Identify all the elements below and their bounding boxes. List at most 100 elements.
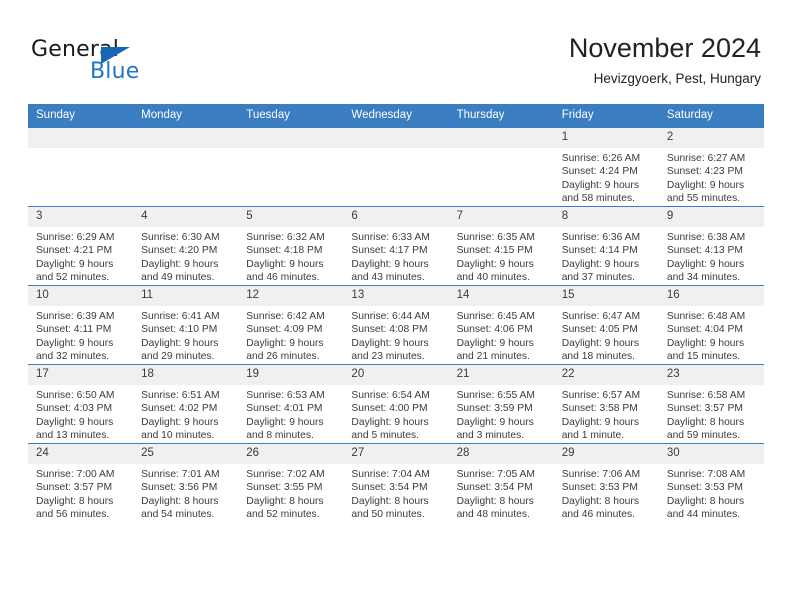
calendar-day-cell[interactable]: 13 Sunrise: 6:44 AM Sunset: 4:08 PM Dayligh…	[343, 285, 449, 365]
calendar-day-cell[interactable]: 27 Sunrise: 7:04 AM Sunset: 3:54 PM Dayligh…	[343, 443, 449, 522]
day-number: 26	[238, 444, 344, 464]
day-details: Sunrise: 6:38 AM Sunset: 4:13 PM Daylight:…	[659, 227, 764, 284]
calendar-day-cell[interactable]: 15 Sunrise: 6:47 AM Sunset: 4:05 PM Dayligh…	[553, 285, 659, 365]
calendar-day-cell[interactable]: 22 Sunrise: 6:57 AM Sunset: 3:58 PM Dayligh…	[553, 364, 659, 444]
calendar-day-cell[interactable]: 5 Sunrise: 6:32 AM Sunset: 4:18 PM Daylight…	[238, 206, 344, 286]
calendar-day-cell[interactable]: 4 Sunrise: 6:30 AM Sunset: 4:20 PM Daylight…	[133, 206, 239, 286]
sunset-time: Sunset: 4:24 PM	[561, 166, 638, 178]
daylight-duration-line2: and 46 minutes.	[561, 508, 635, 520]
calendar-day-cell[interactable]: 18 Sunrise: 6:51 AM Sunset: 4:02 PM Dayligh…	[133, 364, 239, 444]
weekday-header-tuesday: Tuesday	[238, 104, 344, 128]
sunrise-time: Sunrise: 6:39 AM	[36, 311, 115, 322]
calendar-day-cell[interactable]: 17 Sunrise: 6:50 AM Sunset: 4:03 PM Dayligh…	[28, 364, 134, 444]
calendar-day-cell[interactable]: 16 Sunrise: 6:48 AM Sunset: 4:04 PM Dayligh…	[658, 285, 764, 365]
day-details: Sunrise: 6:55 AM Sunset: 3:59 PM Daylight:…	[449, 385, 554, 442]
day-details: Sunrise: 6:26 AM Sunset: 4:24 PM Daylight:…	[554, 148, 659, 205]
daylight-duration-line1: Daylight: 9 hours	[141, 258, 219, 270]
calendar-day-cell[interactable]: 6 Sunrise: 6:33 AM Sunset: 4:17 PM Daylight…	[343, 206, 449, 286]
sunset-time: Sunset: 3:59 PM	[456, 403, 533, 415]
calendar-day-cell[interactable]: 26 Sunrise: 7:02 AM Sunset: 3:55 PM Dayligh…	[238, 443, 344, 522]
weekday-header-friday: Friday	[553, 104, 659, 128]
sunset-time: Sunset: 4:15 PM	[456, 245, 533, 257]
sunset-time: Sunset: 4:18 PM	[246, 245, 323, 257]
sunset-time: Sunset: 3:54 PM	[456, 482, 533, 494]
daylight-duration-line1: Daylight: 9 hours	[351, 337, 429, 349]
day-details	[238, 148, 343, 152]
weekday-header-monday: Monday	[133, 104, 239, 128]
day-details: Sunrise: 6:58 AM Sunset: 3:57 PM Daylight:…	[659, 385, 764, 442]
sunrise-time: Sunrise: 7:01 AM	[141, 469, 220, 480]
calendar-body: 1 Sunrise: 6:26 AM Sunset: 4:24 PM Daylight…	[28, 127, 764, 522]
calendar-day-cell[interactable]: 12 Sunrise: 6:42 AM Sunset: 4:09 PM Dayligh…	[238, 285, 344, 365]
sunrise-time: Sunrise: 6:41 AM	[141, 311, 220, 322]
sunrise-time: Sunrise: 7:05 AM	[456, 469, 535, 480]
weekday-header-wednesday: Wednesday	[343, 104, 449, 128]
daylight-duration-line2: and 50 minutes.	[351, 508, 425, 520]
calendar-day-cell[interactable]: 8 Sunrise: 6:36 AM Sunset: 4:14 PM Daylight…	[553, 206, 659, 286]
calendar-day-cell[interactable]: 20 Sunrise: 6:54 AM Sunset: 4:00 PM Dayligh…	[343, 364, 449, 444]
day-details: Sunrise: 6:35 AM Sunset: 4:15 PM Daylight:…	[449, 227, 554, 284]
sunrise-time: Sunrise: 6:48 AM	[666, 311, 746, 322]
daylight-duration-line1: Daylight: 9 hours	[456, 416, 534, 428]
general-blue-logo[interactable]: General Blue	[31, 38, 271, 88]
calendar-day-cell[interactable]: 1 Sunrise: 6:26 AM Sunset: 4:24 PM Daylight…	[553, 127, 659, 207]
sunset-time: Sunset: 4:14 PM	[561, 245, 638, 257]
day-details: Sunrise: 7:08 AM Sunset: 3:53 PM Daylight:…	[659, 464, 764, 521]
daylight-duration-line1: Daylight: 9 hours	[456, 258, 534, 270]
sunset-time: Sunset: 4:06 PM	[456, 324, 533, 336]
sunset-time: Sunset: 3:57 PM	[36, 482, 113, 494]
calendar-day-cell[interactable]: 3 Sunrise: 6:29 AM Sunset: 4:21 PM Daylight…	[28, 206, 134, 286]
sunrise-time: Sunrise: 6:32 AM	[246, 232, 325, 243]
calendar-day-cell[interactable]: 10 Sunrise: 6:39 AM Sunset: 4:11 PM Dayligh…	[28, 285, 134, 365]
sunset-time: Sunset: 3:54 PM	[351, 482, 428, 494]
calendar-day-cell[interactable]: 24 Sunrise: 7:00 AM Sunset: 3:57 PM Dayligh…	[28, 443, 134, 522]
calendar-day-cell[interactable]: 2 Sunrise: 6:27 AM Sunset: 4:23 PM Daylight…	[658, 127, 764, 207]
day-details: Sunrise: 7:05 AM Sunset: 3:54 PM Daylight:…	[449, 464, 554, 521]
daylight-duration-line2: and 56 minutes.	[36, 508, 110, 520]
calendar-day-cell[interactable]: 21 Sunrise: 6:55 AM Sunset: 3:59 PM Dayligh…	[448, 364, 554, 444]
calendar-empty-cell	[28, 127, 134, 207]
day-number: 22	[553, 365, 659, 385]
daylight-duration-line2: and 10 minutes.	[141, 429, 215, 441]
daylight-duration-line2: and 59 minutes.	[666, 429, 741, 441]
calendar-day-cell[interactable]: 11 Sunrise: 6:41 AM Sunset: 4:10 PM Dayligh…	[133, 285, 239, 365]
sunset-time: Sunset: 3:57 PM	[666, 403, 743, 415]
day-number: 7	[448, 207, 554, 227]
day-details: Sunrise: 6:29 AM Sunset: 4:21 PM Daylight:…	[28, 227, 133, 284]
day-number: 9	[658, 207, 764, 227]
day-number: 3	[28, 207, 134, 227]
daylight-duration-line1: Daylight: 9 hours	[141, 337, 219, 349]
daylight-duration-line1: Daylight: 8 hours	[666, 416, 745, 428]
day-number: 2	[658, 128, 764, 148]
calendar-day-cell[interactable]: 23 Sunrise: 6:58 AM Sunset: 3:57 PM Dayligh…	[658, 364, 764, 444]
daylight-duration-line2: and 49 minutes.	[141, 271, 215, 283]
sunset-time: Sunset: 4:23 PM	[666, 166, 743, 178]
calendar-day-cell[interactable]: 25 Sunrise: 7:01 AM Sunset: 3:56 PM Dayligh…	[133, 443, 239, 522]
daylight-duration-line2: and 26 minutes.	[246, 350, 320, 362]
calendar-day-cell[interactable]: 30 Sunrise: 7:08 AM Sunset: 3:53 PM Dayligh…	[658, 443, 764, 522]
sunrise-time: Sunrise: 6:30 AM	[141, 232, 220, 243]
day-number: 5	[238, 207, 344, 227]
daylight-duration-line2: and 48 minutes.	[456, 508, 530, 520]
calendar-day-cell[interactable]: 29 Sunrise: 7:06 AM Sunset: 3:53 PM Dayligh…	[553, 443, 659, 522]
day-number: 27	[343, 444, 449, 464]
calendar-day-cell[interactable]: 7 Sunrise: 6:35 AM Sunset: 4:15 PM Daylight…	[448, 206, 554, 286]
day-number	[448, 128, 554, 148]
day-number: 28	[448, 444, 554, 464]
day-number: 30	[658, 444, 764, 464]
calendar-empty-cell	[448, 127, 554, 207]
calendar-day-cell[interactable]: 9 Sunrise: 6:38 AM Sunset: 4:13 PM Daylight…	[658, 206, 764, 286]
day-details: Sunrise: 6:57 AM Sunset: 3:58 PM Daylight:…	[554, 385, 659, 442]
day-number: 29	[553, 444, 659, 464]
calendar-week-row: 17 Sunrise: 6:50 AM Sunset: 4:03 PM Dayligh…	[28, 364, 764, 444]
calendar-day-cell[interactable]: 28 Sunrise: 7:05 AM Sunset: 3:54 PM Dayligh…	[448, 443, 554, 522]
sunset-time: Sunset: 4:01 PM	[246, 403, 323, 415]
calendar-week-row: 1 Sunrise: 6:26 AM Sunset: 4:24 PM Daylight…	[28, 127, 764, 207]
weekday-header-saturday: Saturday	[658, 104, 764, 128]
calendar-day-cell[interactable]: 14 Sunrise: 6:45 AM Sunset: 4:06 PM Dayligh…	[448, 285, 554, 365]
daylight-duration-line2: and 54 minutes.	[141, 508, 215, 520]
day-details	[28, 148, 133, 152]
daylight-duration-line2: and 29 minutes.	[141, 350, 215, 362]
daylight-duration-line2: and 3 minutes.	[456, 429, 525, 441]
calendar-day-cell[interactable]: 19 Sunrise: 6:53 AM Sunset: 4:01 PM Dayligh…	[238, 364, 344, 444]
